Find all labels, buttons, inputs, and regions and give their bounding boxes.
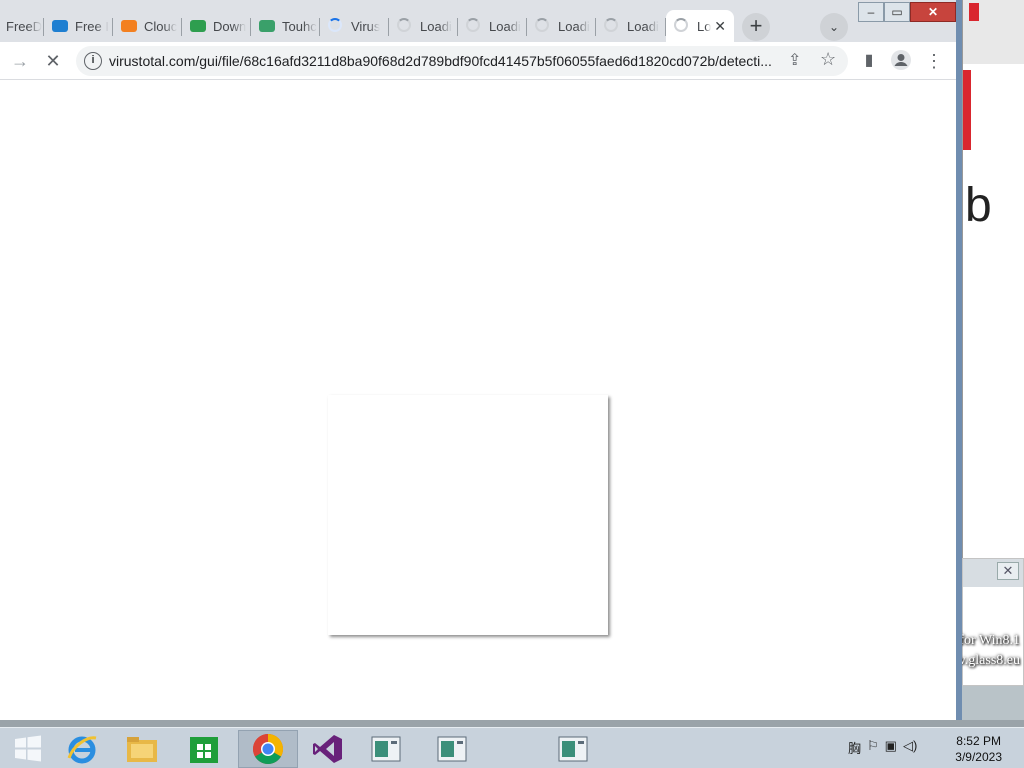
site-info-icon[interactable]: i (84, 52, 102, 70)
minimize-button[interactable]: – (858, 2, 884, 22)
chrome-window: FreeD Free I Clouc Down Touhc Virus Loadi Loadi… (0, 0, 962, 720)
forward-button[interactable]: → (8, 49, 32, 73)
spinner-icon (328, 18, 344, 34)
tab-strip: FreeD Free I Clouc Down Touhc Virus Loadi Loadi… (0, 0, 956, 42)
ie-icon (67, 736, 97, 764)
chrome-taskbar-button[interactable] (238, 730, 298, 768)
tab[interactable]: Loadi (596, 10, 666, 42)
clock-date: 3/9/2023 (955, 750, 1002, 764)
tab-search-button[interactable]: ⌄ (820, 13, 848, 41)
tab-label: FreeD (6, 18, 43, 34)
tab[interactable]: Virus (320, 10, 389, 42)
ime-indicator[interactable]: 胸 (848, 738, 861, 757)
taskbar: 胸 ⚐ ▣ ◁) 8:52 PM 3/9/2023 (0, 727, 1024, 768)
action-center-flag-icon[interactable]: ⚐ (867, 738, 879, 757)
app-window-3-button[interactable] (545, 730, 601, 768)
tab[interactable]: Down (182, 10, 251, 42)
maximize-button[interactable]: ▭ (884, 2, 910, 22)
new-tab-button[interactable]: + (742, 13, 770, 41)
window-close-button[interactable]: ✕ (910, 2, 956, 22)
window-icon (371, 736, 401, 762)
cloudflare-icon (121, 20, 137, 32)
address-bar[interactable]: i virustotal.com/gui/file/68c16afd3211d8… (76, 46, 848, 76)
app-window-1-button[interactable] (358, 730, 414, 768)
background-letter: b (965, 179, 992, 232)
system-tray: 胸 ⚐ ▣ ◁) (848, 738, 917, 757)
tab[interactable]: FreeD (0, 10, 44, 42)
start-button[interactable] (0, 730, 56, 768)
window-icon (558, 736, 588, 762)
dialog-titlebar: ✕ (963, 559, 1023, 587)
tab-label: Loadi (489, 18, 521, 34)
share-icon[interactable]: ⇪ (788, 50, 801, 70)
tab-label: Loadi (558, 18, 590, 34)
window-icon (437, 736, 467, 762)
tab[interactable]: Clouc (113, 10, 182, 42)
browser-toolbar: → ✕ i virustotal.com/gui/file/68c16afd32… (0, 42, 956, 80)
download-icon (190, 20, 206, 32)
tab[interactable]: Loadi (458, 10, 527, 42)
chrome-icon (252, 734, 284, 765)
app-window-2-button[interactable] (424, 730, 480, 768)
page-content (0, 81, 956, 720)
spinner-icon (397, 18, 413, 34)
clock-time: 8:52 PM (956, 734, 1001, 748)
stop-loading-button[interactable]: ✕ (41, 49, 65, 73)
side-panel-icon[interactable]: ▮ (857, 49, 881, 73)
tab-label: Loadi (420, 18, 452, 34)
store-button[interactable] (176, 730, 232, 768)
profile-icon (891, 50, 911, 70)
tab-label: Touhc (282, 18, 317, 34)
bookmark-star-icon[interactable]: ☆ (820, 49, 836, 70)
blank-panel (328, 395, 608, 635)
tab-label: Virus (351, 18, 381, 34)
spinner-icon (535, 18, 551, 34)
folder-icon (127, 737, 157, 762)
file-explorer-button[interactable] (114, 730, 170, 768)
network-icon[interactable]: ▣ (885, 738, 897, 757)
spinner-icon (466, 18, 482, 34)
taskbar-clock[interactable]: 8:52 PM 3/9/2023 (955, 733, 1002, 765)
tab-label: Free I (75, 18, 109, 34)
touhou-icon (259, 20, 275, 32)
background-red-mark-2 (963, 70, 971, 150)
tab-label: Lo (697, 18, 712, 34)
tab[interactable]: Touhc (251, 10, 320, 42)
tab-label: Loadi (627, 18, 659, 34)
background-window[interactable]: b (962, 0, 1024, 560)
tab[interactable]: Loadi (527, 10, 596, 42)
store-icon (190, 737, 218, 763)
profile-avatar[interactable] (889, 49, 913, 73)
close-tab-icon[interactable]: ✕ (714, 18, 726, 35)
background-red-mark (969, 3, 979, 21)
freefile-icon (52, 20, 68, 32)
tab-active[interactable]: Lo ✕ (666, 10, 734, 42)
tab[interactable]: Free I (44, 10, 113, 42)
tab-label: Down (213, 18, 247, 34)
tab[interactable]: Loadi (389, 10, 458, 42)
visual-studio-icon (313, 735, 342, 763)
visual-studio-button[interactable] (300, 730, 356, 768)
windows-logo-icon (15, 735, 41, 762)
volume-icon[interactable]: ◁) (903, 738, 917, 757)
internet-explorer-button[interactable] (54, 730, 110, 768)
menu-icon[interactable]: ⋮ (922, 49, 946, 73)
tab-label: Clouc (144, 18, 178, 34)
spinner-icon (604, 18, 620, 34)
spinner-icon (674, 18, 690, 34)
dialog-close-button[interactable]: ✕ (997, 562, 1019, 580)
url-text[interactable]: virustotal.com/gui/file/68c16afd3211d8ba… (109, 53, 772, 69)
